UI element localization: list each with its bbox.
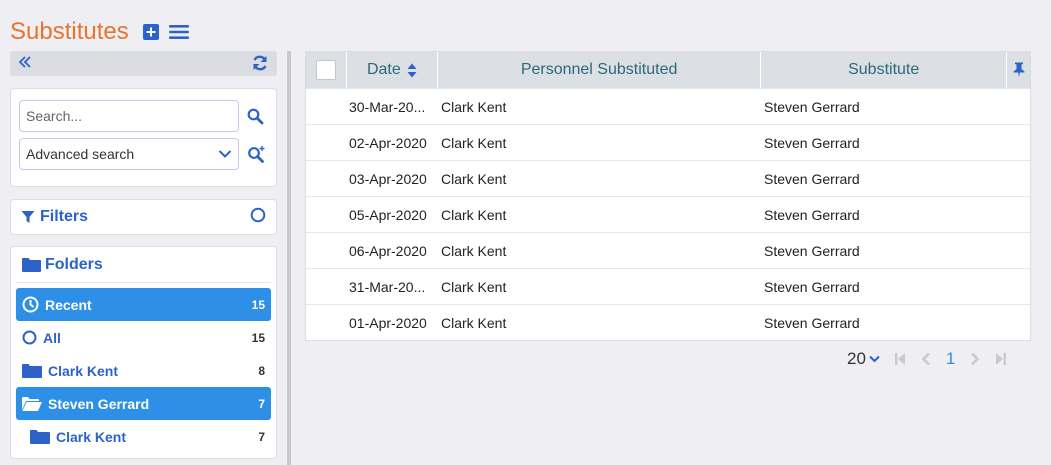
table-row[interactable]: 06-Apr-2020 Clark Kent Steven Gerrard [306,232,1030,268]
folder-item-recent[interactable]: Recent 15 [16,288,271,321]
cell-personnel: Clark Kent [441,134,507,151]
folder-icon [30,430,50,444]
folders-header: Folders [16,247,271,283]
cell-substitute: Steven Gerrard [764,98,860,115]
cell-substitute: Steven Gerrard [764,242,860,259]
folder-item-clark-kent-sub[interactable]: Clark Kent 7 [16,420,271,453]
cell-date: 31-Mar-20... [349,278,426,295]
folder-item-all[interactable]: All 15 [16,321,271,354]
folder-item-count: 7 [258,396,265,411]
sidebar-toolbar [10,51,277,76]
cell-substitute: Steven Gerrard [764,134,860,151]
cell-date: 02-Apr-2020 [349,134,427,151]
folder-item-label: Clark Kent [48,362,119,379]
search-input[interactable] [19,100,239,132]
folder-icon [22,258,41,272]
cell-personnel: Clark Kent [441,314,507,331]
cell-substitute: Steven Gerrard [764,278,860,295]
grid-header: Date Personnel Substituted Substitute [306,52,1030,88]
table-row[interactable]: 02-Apr-2020 Clark Kent Steven Gerrard [306,124,1030,160]
sidebar: Advanced search Filters Folders [10,51,277,459]
page-size-select[interactable]: 20 [847,349,880,369]
sort-icon [407,63,417,77]
page-header: Substitutes [10,14,189,50]
cell-substitute: Steven Gerrard [764,170,860,187]
column-header-personnel[interactable]: Personnel Substituted [436,52,761,88]
folder-item-label: Recent [45,296,92,313]
folder-item-label: Steven Gerrard [48,395,150,412]
circle-icon[interactable] [250,207,266,228]
folder-item-label: Clark Kent [56,428,127,445]
cell-personnel: Clark Kent [441,278,507,295]
cell-personnel: Clark Kent [441,206,507,223]
filters-toggle[interactable]: Filters [21,208,88,226]
folders-panel: Folders Recent 15 All 15 Clark Kent 8 St… [10,246,277,459]
panel-splitter[interactable] [287,51,291,465]
cell-date: 01-Apr-2020 [349,314,427,331]
double-chevron-left-icon[interactable] [18,55,32,74]
cell-date: 30-Mar-20... [349,98,426,115]
folder-item-count: 15 [251,330,265,345]
next-page-icon[interactable] [969,352,981,366]
last-page-icon[interactable] [995,352,1007,366]
table-row[interactable]: 05-Apr-2020 Clark Kent Steven Gerrard [306,196,1030,232]
folder-item-clark-kent[interactable]: Clark Kent 8 [16,354,271,387]
prev-page-icon[interactable] [920,352,932,366]
chevron-down-icon [869,355,880,363]
folder-item-count: 15 [251,297,265,312]
advanced-search-select[interactable]: Advanced search [19,138,239,170]
search-plus-icon[interactable] [247,145,266,164]
column-header-label: Date [366,61,401,78]
folder-icon [22,364,42,378]
search-icon[interactable] [247,108,264,125]
substitutes-grid: Date Personnel Substituted Substitute 30… [305,51,1031,341]
advanced-search-label: Advanced search [26,146,135,162]
pin-icon[interactable] [1006,52,1030,88]
folder-open-icon [22,397,42,411]
select-all-checkbox[interactable] [315,60,336,80]
cell-date: 05-Apr-2020 [349,206,427,223]
table-row[interactable]: 31-Mar-20... Clark Kent Steven Gerrard [306,268,1030,304]
hamburger-menu-icon[interactable] [168,24,189,40]
column-header-label: Substitute [848,61,920,78]
plus-square-icon[interactable] [142,24,159,40]
page-size-value: 20 [847,349,866,368]
cell-substitute: Steven Gerrard [764,206,860,223]
column-header-label: Personnel Substituted [520,61,678,78]
first-page-icon[interactable] [894,352,906,366]
folders-label: Folders [45,255,103,273]
column-header-date[interactable]: Date [345,52,437,88]
cell-personnel: Clark Kent [441,242,507,259]
clock-icon [22,296,39,313]
table-row[interactable]: 03-Apr-2020 Clark Kent Steven Gerrard [306,160,1030,196]
table-row[interactable]: 30-Mar-20... Clark Kent Steven Gerrard [306,88,1030,124]
cell-personnel: Clark Kent [441,170,507,187]
current-page[interactable]: 1 [946,349,955,369]
cell-substitute: Steven Gerrard [764,314,860,331]
page-title: Substitutes [10,18,129,45]
column-header-substitute[interactable]: Substitute [760,52,1006,88]
chevron-down-icon [218,146,232,162]
filter-icon [21,211,35,223]
pager: 20 1 [847,347,1007,371]
filters-panel: Filters [10,199,277,235]
folder-item-count: 7 [258,429,265,444]
folder-item-steven-gerrard[interactable]: Steven Gerrard 7 [16,387,271,420]
folder-item-count: 8 [258,363,265,378]
circle-icon [22,330,37,345]
refresh-icon[interactable] [251,54,269,77]
table-row[interactable]: 01-Apr-2020 Clark Kent Steven Gerrard [306,304,1030,340]
cell-personnel: Clark Kent [441,98,507,115]
search-panel: Advanced search [10,88,277,187]
folder-item-label: All [43,329,61,346]
cell-date: 06-Apr-2020 [349,242,427,259]
cell-date: 03-Apr-2020 [349,170,427,187]
filters-label: Filters [40,208,89,225]
